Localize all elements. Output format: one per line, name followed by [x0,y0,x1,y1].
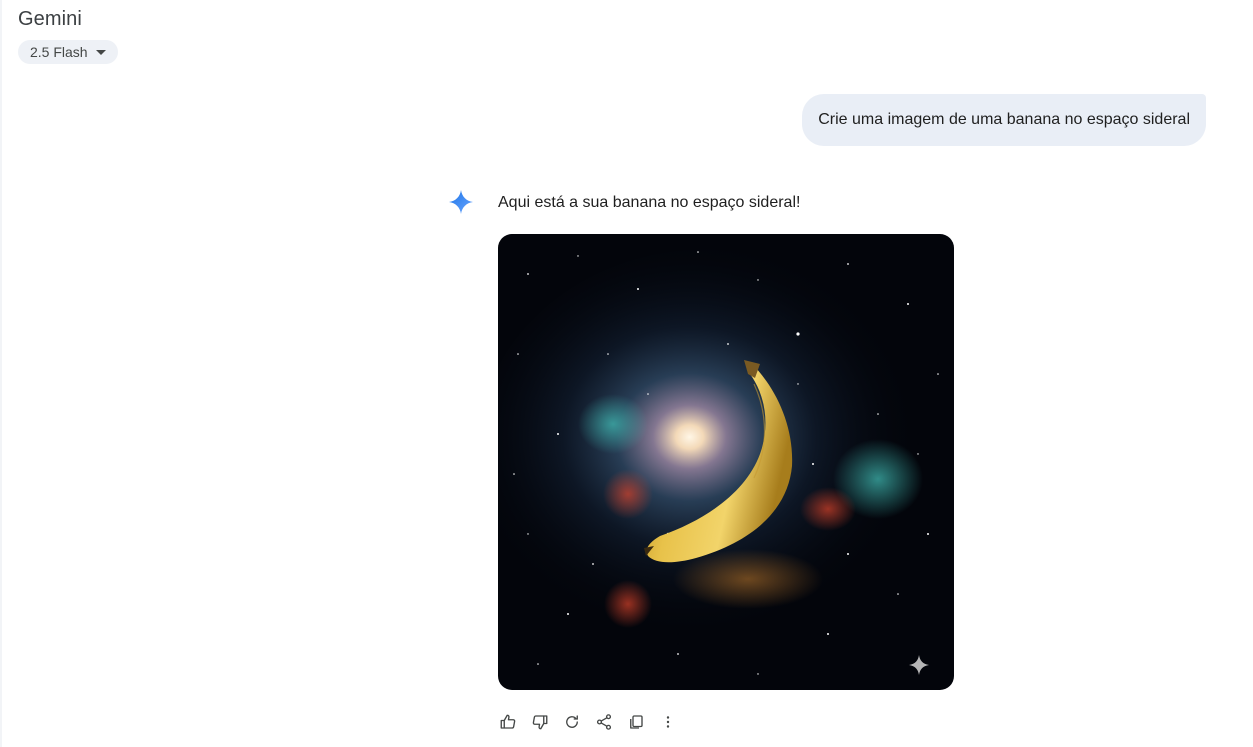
gemini-app: Gemini 2.5 Flash Crie uma imagem de uma … [0,0,1253,747]
share-button[interactable] [590,708,618,736]
caret-down-icon [95,50,106,55]
model-label: 2.5 Flash [30,44,88,60]
more-options-button[interactable] [654,708,682,736]
response-actions [494,708,682,736]
thumbs-down-button[interactable] [526,708,554,736]
thumbs-up-button[interactable] [494,708,522,736]
user-message-text: Crie uma imagem de uma banana no espaço … [818,111,1190,128]
share-icon [596,714,612,730]
app-title: Gemini [18,8,82,30]
sidebar-edge [0,0,2,747]
copy-icon [630,715,643,729]
thumbs-down-icon [532,715,548,730]
redo-button[interactable] [558,708,586,736]
assistant-message-text: Aqui está a sua banana no espaço sideral… [498,194,801,211]
copy-button[interactable] [622,708,650,736]
generated-image[interactable] [498,234,954,690]
redo-icon [566,715,578,728]
thumbs-up-icon [500,714,516,729]
more-vert-icon [666,716,670,728]
gemini-spark-icon [449,190,473,214]
model-selector[interactable]: 2.5 Flash [18,40,118,64]
user-message: Crie uma imagem de uma banana no espaço … [802,94,1206,146]
